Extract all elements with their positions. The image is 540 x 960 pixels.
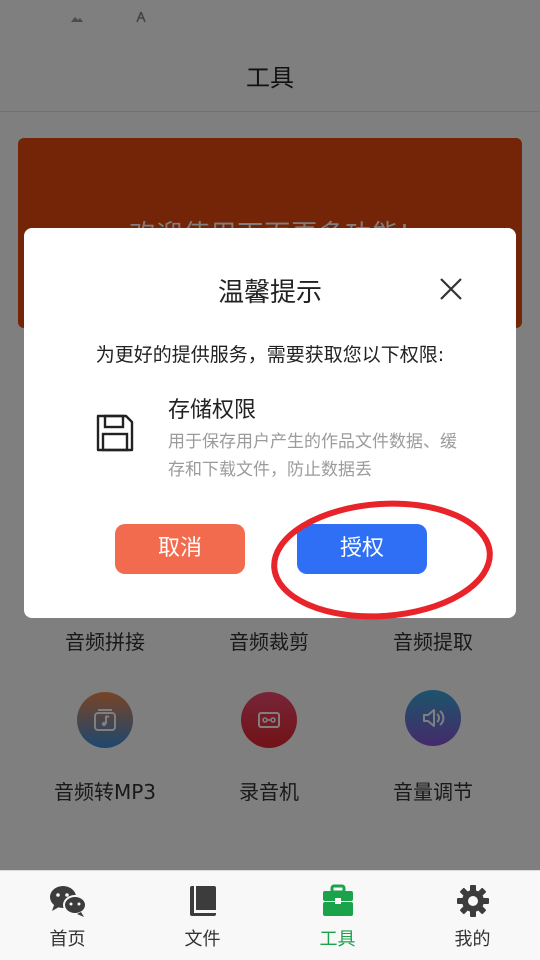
bottom-nav: 首页 文件 工具 我的 — [0, 870, 540, 960]
save-disk-icon — [96, 414, 134, 452]
book-icon — [190, 886, 216, 916]
nav-mine-label: 我的 — [454, 929, 491, 950]
toolbox-icon — [323, 884, 353, 916]
wechat-icon — [50, 886, 87, 917]
permission-title: 存储权限 — [168, 398, 257, 423]
dialog-description: 为更好的提供服务，需要获取您以下权限: — [95, 344, 445, 366]
highlight-circle — [271, 500, 493, 620]
nav-files[interactable]: 文件 — [135, 871, 270, 960]
gear-icon — [457, 885, 489, 917]
permission-description: 用于保存用户产生的作品文件数据、缓存和下载文件，防止数据丢 — [168, 432, 457, 480]
nav-home-label: 首页 — [49, 929, 86, 950]
cancel-button[interactable]: 取消 — [115, 524, 245, 574]
nav-home[interactable]: 首页 — [0, 871, 135, 960]
nav-tools-label: 工具 — [319, 929, 356, 950]
nav-mine[interactable]: 我的 — [405, 871, 540, 960]
close-icon[interactable] — [436, 274, 466, 304]
nav-tools[interactable]: 工具 — [270, 871, 405, 960]
nav-files-label: 文件 — [184, 929, 221, 950]
